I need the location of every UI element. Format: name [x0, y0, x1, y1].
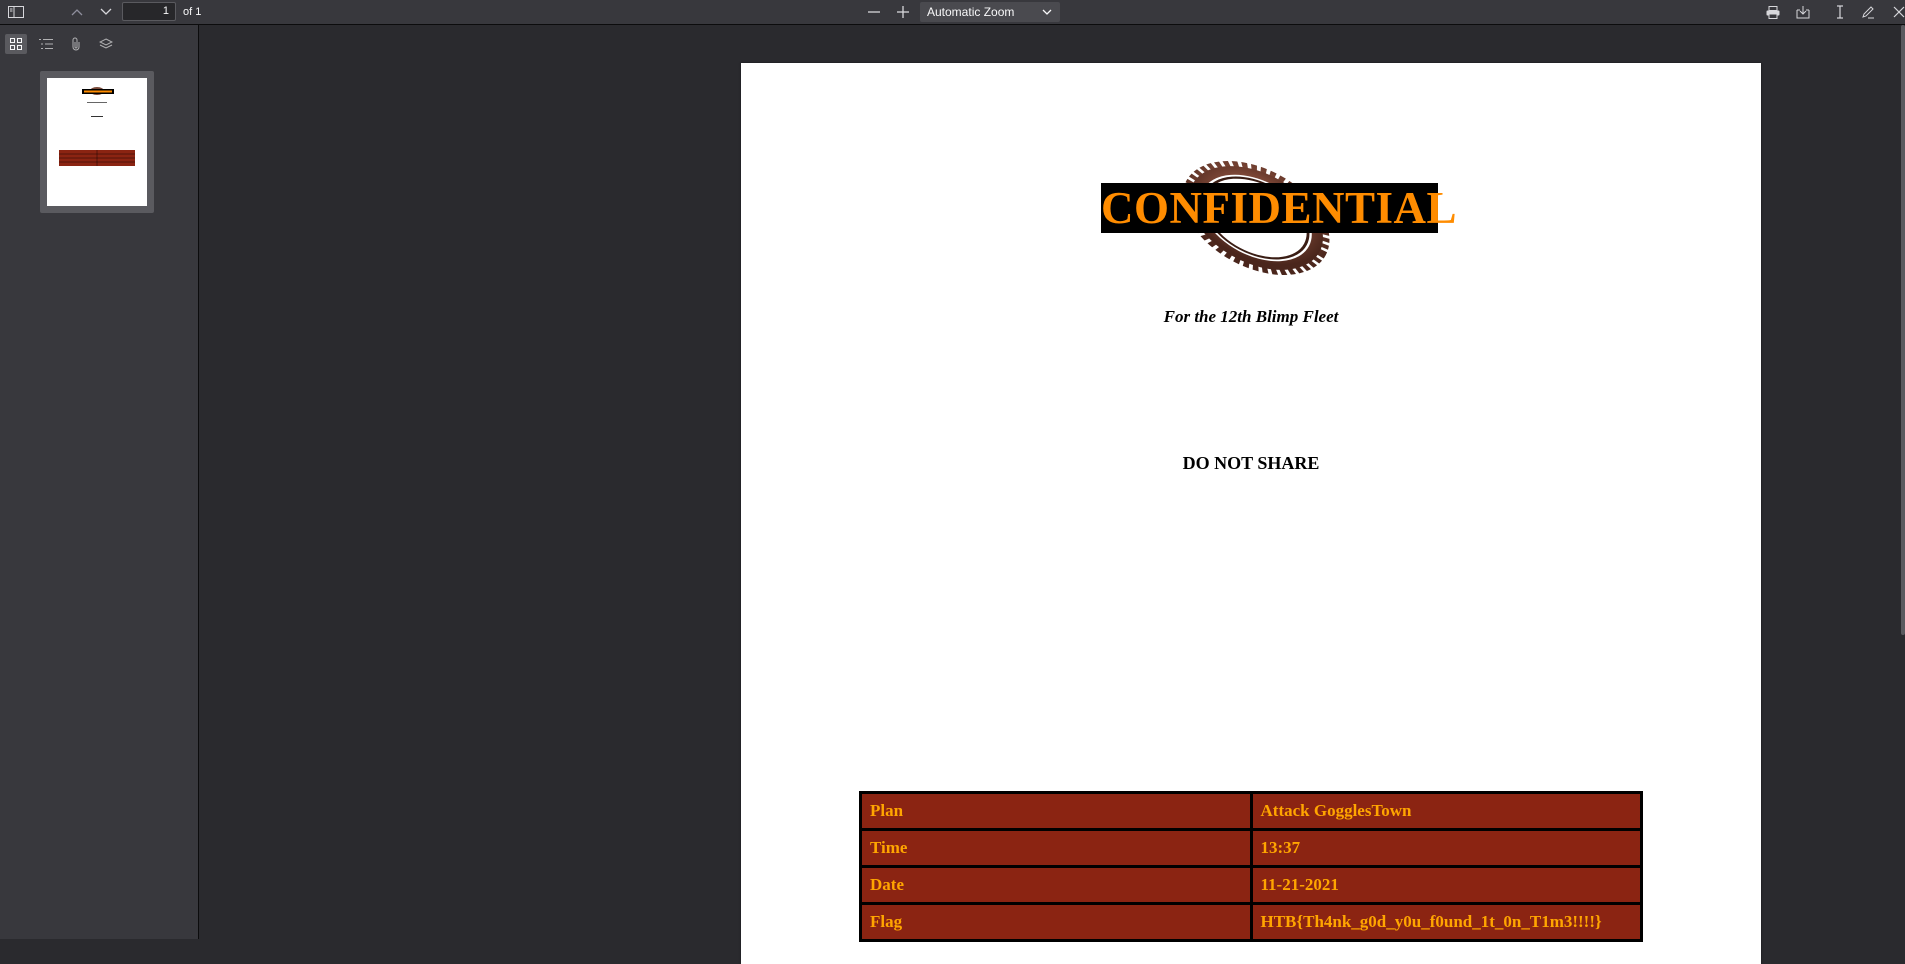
save-download-icon[interactable]: [1792, 2, 1814, 22]
table-row: Plan Attack GogglesTown: [859, 791, 1643, 831]
zoom-select-label: Automatic Zoom: [927, 5, 1015, 19]
table-cell-key: Date: [859, 865, 1253, 905]
next-page-icon[interactable]: [95, 2, 117, 22]
share-notice: DO NOT SHARE: [1182, 453, 1320, 473]
document-subtitle: For the 12th Blimp Fleet: [1163, 307, 1339, 326]
table-cell-key: Time: [859, 828, 1253, 868]
table-cell-value: HTB{Th4nk_g0d_y0u_f0und_1t_0n_T1m3!!!!}: [1249, 902, 1643, 942]
sidebar-toggle-icon[interactable]: [5, 2, 27, 22]
page-number-input[interactable]: 1: [122, 2, 176, 21]
attachments-view-icon[interactable]: [65, 34, 87, 54]
zoom-select[interactable]: Automatic Zoom: [920, 2, 1060, 22]
table-row: Date 11-21-2021: [859, 865, 1643, 905]
text-tool-icon[interactable]: [1829, 2, 1851, 22]
table-cell-value: 11-21-2021: [1249, 865, 1643, 905]
table-row: Flag HTB{Th4nk_g0d_y0u_f0und_1t_0n_T1m3!…: [859, 902, 1643, 942]
page-thumbnail[interactable]: [40, 71, 154, 213]
table-cell-value: Attack GogglesTown: [1249, 791, 1643, 831]
page-thumbnail-preview: [47, 78, 147, 206]
table-row: Time 13:37: [859, 828, 1643, 868]
thumbnail-sidebar: [0, 25, 199, 939]
pdf-page: CONFIDENTIAL For the 12th Blimp Fleet DO…: [741, 63, 1761, 964]
previous-page-icon[interactable]: [66, 2, 88, 22]
thumbnails-view-icon[interactable]: [5, 34, 27, 54]
table-cell-value: 13:37: [1249, 828, 1643, 868]
table-cell-key: Plan: [859, 791, 1253, 831]
zoom-in-icon[interactable]: [892, 2, 914, 22]
outline-view-icon[interactable]: [35, 34, 57, 54]
sidebar-toolbar: [0, 25, 198, 63]
document-title: CONFIDENTIAL: [1101, 183, 1458, 233]
draw-pen-icon[interactable]: [1857, 2, 1879, 22]
layers-view-icon[interactable]: [95, 34, 117, 54]
plan-table: Plan Attack GogglesTown Time 13:37 Date …: [859, 791, 1643, 942]
page-count-label: of 1: [183, 6, 202, 18]
vertical-scrollbar[interactable]: [1901, 25, 1905, 635]
document-viewer[interactable]: CONFIDENTIAL For the 12th Blimp Fleet DO…: [199, 25, 1905, 964]
more-tools-icon[interactable]: [1888, 2, 1905, 22]
pdf-toolbar: 1 of 1 Automatic Zoom: [0, 0, 1905, 25]
zoom-out-icon[interactable]: [863, 2, 885, 22]
print-icon[interactable]: [1762, 2, 1784, 22]
table-cell-key: Flag: [859, 902, 1253, 942]
